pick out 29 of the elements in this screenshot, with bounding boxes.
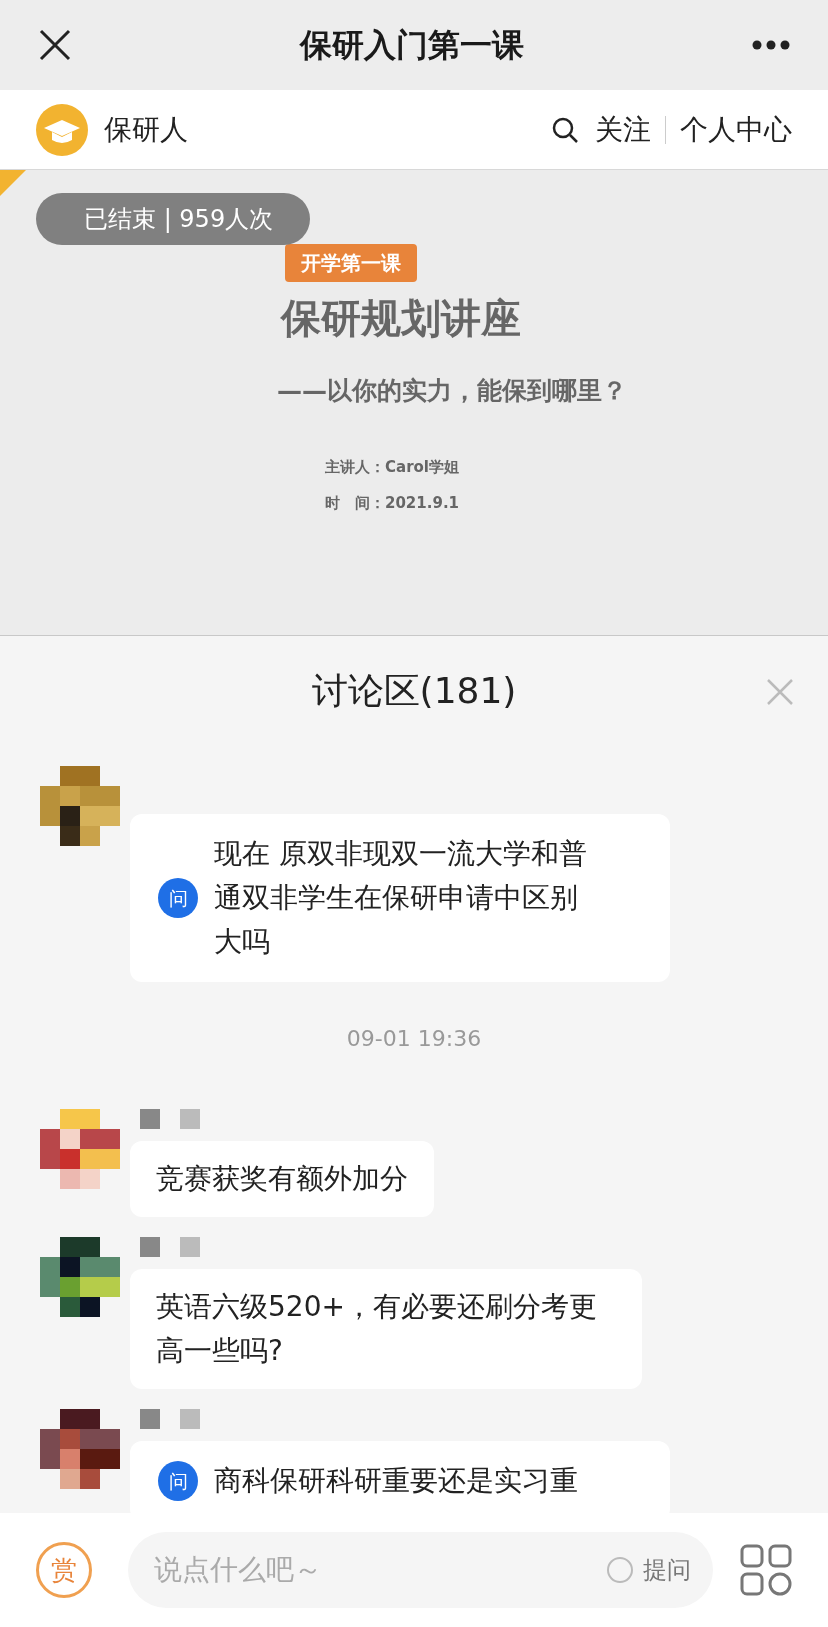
window-title: 保研入门第一课 xyxy=(300,25,524,66)
question-badge: 问 xyxy=(158,1461,198,1501)
question-badge: 问 xyxy=(158,878,198,918)
discussion-title: 讨论区(181) xyxy=(311,669,517,713)
slide-subtitle: ——以你的实力，能保到哪里？ xyxy=(277,375,627,407)
date-text: 时 间：2021.9.1 xyxy=(325,493,460,514)
message-text: 竞赛获奖有额外加分 xyxy=(156,1161,408,1197)
logo-icon xyxy=(36,103,88,156)
message-text: 现在 原双非现双一流大学和普通双非学生在保研申请中区别大吗 xyxy=(214,836,588,960)
timestamp: 09-01 19:36 xyxy=(346,1025,482,1053)
message-text: 英语六级520+，有必要还刷分考更高一些吗? xyxy=(156,1289,598,1369)
close-icon[interactable] xyxy=(38,28,72,62)
slide-title: 保研规划讲座 xyxy=(281,294,521,343)
comment-field[interactable]: 说点什么吧～ xyxy=(154,1549,607,1591)
more-icon[interactable] xyxy=(752,40,790,50)
slide-tag: 开学第一课 xyxy=(285,244,417,282)
ask-radio[interactable] xyxy=(607,1557,633,1583)
ask-label[interactable]: 提问 xyxy=(643,1552,691,1588)
follow-button[interactable]: 关注 xyxy=(595,108,651,151)
channel-name: 保研人 xyxy=(104,111,188,148)
corner-icon xyxy=(0,170,26,196)
comment-input[interactable]: 说点什么吧～ 提问 xyxy=(128,1532,713,1608)
reward-button[interactable]: 赏 xyxy=(36,1542,92,1598)
profile-link[interactable]: 个人中心 xyxy=(680,108,792,151)
status-badge: 已结束 | 959人次 xyxy=(36,193,310,245)
presenter-text: 主讲人：Carol学姐 xyxy=(325,456,459,478)
grid-icon[interactable] xyxy=(740,1544,792,1596)
search-icon[interactable] xyxy=(551,115,579,144)
message-text: 商科保研科研重要还是实习重 xyxy=(214,1463,579,1499)
